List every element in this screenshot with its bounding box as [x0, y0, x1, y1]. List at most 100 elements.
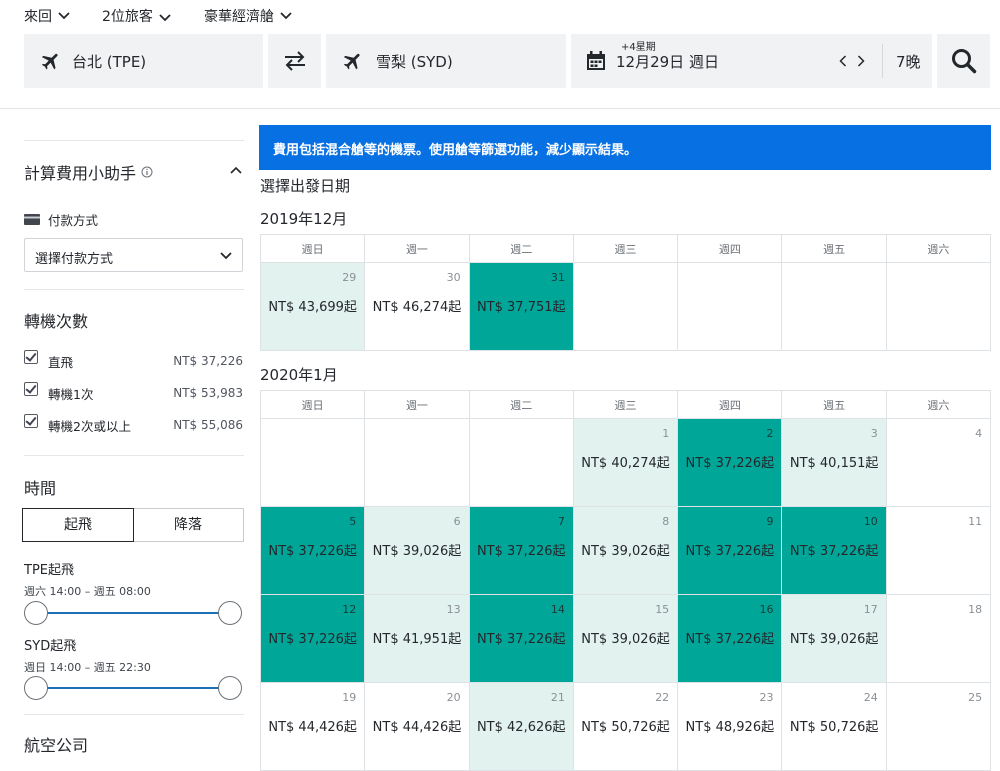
day-price: NT$ 50,726起 [789, 720, 879, 735]
checkbox-icon[interactable] [24, 350, 38, 364]
calendar-day-cell[interactable]: 13 NT$ 41,951起 [364, 594, 470, 683]
day-price: NT$ 41,951起 [372, 632, 462, 647]
calendar-day-cell[interactable]: 9 NT$ 37,226起 [677, 506, 783, 595]
calendar-day-cell[interactable]: 16 NT$ 37,226起 [677, 594, 783, 683]
stop-direct-price: NT$ 37,226 [173, 354, 243, 368]
calendar-day-cell[interactable]: 22 NT$ 50,726起 [572, 682, 679, 771]
month-title-dec: 2019年12月 [260, 210, 348, 228]
weekday-header: 週日 [259, 234, 366, 263]
calendar-empty-cell [885, 262, 992, 351]
day-number: 2 [766, 427, 774, 440]
calendar-day-cell[interactable]: 23 NT$ 48,926起 [677, 682, 783, 771]
day-price: NT$ 39,026起 [581, 544, 670, 559]
calendar-day-cell[interactable]: 20 NT$ 44,426起 [364, 682, 470, 771]
day-number: 31 [550, 271, 565, 284]
tab-depart[interactable]: 起飛 [22, 508, 134, 542]
day-number: 17 [863, 603, 878, 616]
calendar-day-cell[interactable]: 19 NT$ 44,426起 [259, 682, 366, 771]
date-text: +4星期 12月29日 週日 [616, 34, 816, 88]
date-value: 12月29日 週日 [616, 53, 719, 71]
trip-type-dropdown[interactable]: 來回 [24, 6, 70, 26]
syd-slider-min-handle[interactable] [24, 676, 48, 700]
calendar-day-cell[interactable]: 5 NT$ 37,226起 [259, 506, 366, 595]
calendar-day-cell[interactable]: 14 NT$ 37,226起 [468, 594, 574, 683]
tpe-slider-track[interactable] [36, 612, 230, 614]
time-toggle: 起飛 降落 [22, 508, 244, 542]
payment-select-value: 選擇付款方式 [35, 252, 114, 267]
nights-value: 7晚 [896, 53, 921, 71]
calendar-day-cell[interactable]: 2 NT$ 37,226起 [677, 418, 783, 507]
calendar-week-row: 12 NT$ 37,226起 13 NT$ 41,951起 14 NT$ 37,226起 1… [259, 594, 992, 683]
day-number: 12 [342, 603, 357, 616]
calendar-empty-cell [468, 418, 574, 507]
payment-select[interactable]: 選擇付款方式 [24, 238, 243, 272]
time-title: 時間 [24, 479, 57, 498]
date-field[interactable]: +4星期 12月29日 週日 7晚 [571, 34, 932, 88]
origin-field[interactable]: 台北 (TPE) [24, 34, 263, 88]
weekday-header-row: 週日 週一 週二 週三 週四 週五 週六 [259, 234, 992, 263]
chevron-left-icon [839, 55, 847, 67]
calendar-day-cell[interactable]: 3 NT$ 40,151起 [781, 418, 887, 507]
calc-header[interactable]: 計算費用小助手 [24, 160, 153, 184]
calendar-day-cell[interactable]: 31 NT$ 37,751起 [468, 262, 574, 351]
day-number: 10 [863, 515, 878, 528]
day-price: NT$ 46,274起 [372, 300, 462, 315]
day-number: 30 [446, 271, 461, 284]
swap-button[interactable] [268, 34, 321, 88]
weekday-header: 週五 [781, 234, 887, 263]
syd-depart-label: SYD起飛 [24, 639, 77, 654]
calendar-day-cell[interactable]: 15 NT$ 39,026起 [572, 594, 679, 683]
chevron-up-icon[interactable] [230, 166, 242, 174]
prev-date-button[interactable] [839, 53, 847, 71]
tpe-slider-min-handle[interactable] [24, 601, 48, 625]
day-price: NT$ 39,026起 [372, 544, 462, 559]
checkbox-icon[interactable] [24, 414, 38, 428]
destination-field[interactable]: 雪梨 (SYD) [326, 34, 566, 88]
month-title-jan: 2020年1月 [260, 366, 338, 384]
tpe-depart-label: TPE起飛 [24, 563, 74, 578]
search-button[interactable] [937, 34, 990, 88]
tpe-slider-max-handle[interactable] [218, 601, 242, 625]
checkbox-icon[interactable] [24, 382, 38, 396]
calendar-day-cell[interactable]: 8 NT$ 39,026起 [572, 506, 679, 595]
calendar-empty-cell [259, 418, 366, 507]
card-icon [24, 214, 40, 225]
stops-title: 轉機次數 [24, 312, 89, 331]
stop-two-label[interactable]: 轉機2次或以上 [48, 416, 131, 435]
calendar-empty-cell [572, 262, 679, 351]
stop-one-label[interactable]: 轉機1次 [48, 384, 93, 403]
calendar-day-cell[interactable]: 6 NT$ 39,026起 [364, 506, 470, 595]
tpe-depart-range: 週六 14:00 – 週五 08:00 [24, 585, 151, 598]
calendar-day-cell[interactable]: 1 NT$ 40,274起 [572, 418, 679, 507]
tab-arrive[interactable]: 降落 [133, 509, 243, 541]
calendar-day-cell[interactable]: 29 NT$ 43,699起 [259, 262, 366, 351]
calendar-day-cell[interactable]: 12 NT$ 37,226起 [259, 594, 366, 683]
day-price: NT$ 37,226起 [685, 632, 775, 647]
travellers-dropdown[interactable]: 2位旅客 [102, 6, 171, 26]
cabin-dropdown[interactable]: 豪華經濟艙 [204, 6, 292, 26]
day-number: 14 [550, 603, 565, 616]
calendar-day-cell[interactable]: 7 NT$ 37,226起 [468, 506, 574, 595]
syd-slider-track[interactable] [36, 687, 230, 689]
day-number: 5 [349, 515, 357, 528]
calendar-day-cell[interactable]: 17 NT$ 39,026起 [781, 594, 887, 683]
day-price: NT$ 37,226起 [476, 632, 566, 647]
calendar-week-row: 1 NT$ 40,274起 2 NT$ 37,226起 3 NT$ 40,151起 4 [259, 418, 992, 507]
calendar-day-cell[interactable]: 30 NT$ 46,274起 [364, 262, 470, 351]
calendar-day-cell[interactable]: 10 NT$ 37,226起 [781, 506, 887, 595]
day-price: NT$ 37,226起 [789, 544, 879, 559]
calendar-jan-2020: 週日 週一 週二 週三 週四 週五 週六 1 NT$ 40,274起 2 NT$ 37… [259, 390, 992, 771]
weekday-header: 週二 [468, 390, 574, 419]
search-icon [951, 49, 976, 74]
calendar-day-cell[interactable]: 24 NT$ 50,726起 [781, 682, 887, 771]
syd-slider-max-handle[interactable] [218, 676, 242, 700]
calendar-day-cell[interactable]: 21 NT$ 42,626起 [468, 682, 574, 771]
day-number: 22 [655, 691, 670, 704]
day-number: 24 [863, 691, 878, 704]
calendar-week-row: 29 NT$ 43,699起 30 NT$ 46,274起 31 NT$ 37,751起 [259, 262, 992, 351]
sidebar-divider [24, 140, 244, 141]
stop-direct-label[interactable]: 直飛 [48, 352, 73, 371]
stop-one-price: NT$ 53,983 [173, 386, 243, 400]
next-date-button[interactable] [857, 53, 865, 71]
header-divider [0, 108, 1000, 109]
